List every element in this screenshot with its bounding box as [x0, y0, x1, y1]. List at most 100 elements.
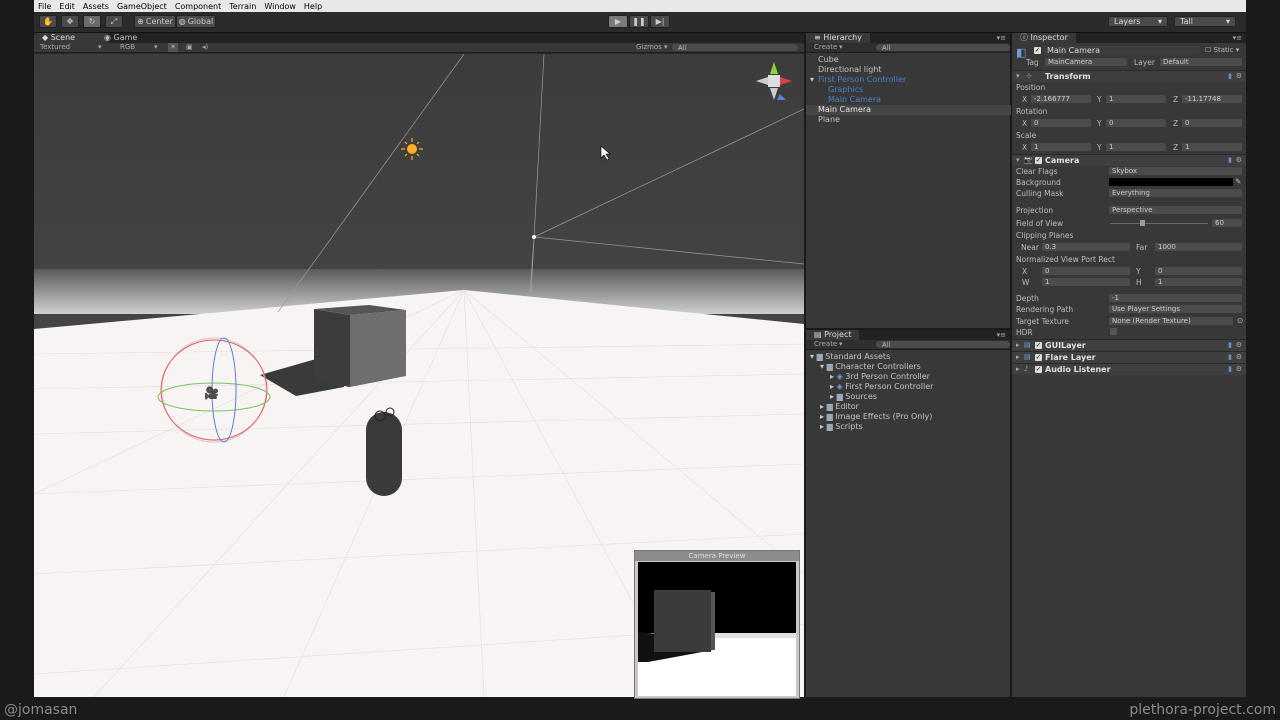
list-item[interactable]: ▸ ▆ Editor	[820, 402, 859, 411]
gear-icon[interactable]: ⚙	[1236, 353, 1242, 361]
scale-z-field[interactable]: 1	[1182, 143, 1242, 151]
help-book-icon[interactable]: ▮	[1228, 72, 1232, 80]
hierarchy-search-input[interactable]: ⌕ All	[876, 44, 1010, 52]
rotation-x-field[interactable]: 0	[1031, 119, 1091, 127]
menu-window[interactable]: Window	[260, 2, 300, 11]
gizmos-dropdown[interactable]: Gizmos	[636, 43, 662, 52]
capsule-object[interactable]	[366, 407, 402, 496]
project-create-dropdown[interactable]: Create	[814, 340, 837, 349]
position-x-field[interactable]: -2.166777	[1031, 95, 1091, 103]
move-tool-button[interactable]: ✥	[61, 15, 79, 28]
hierarchy-item-graphics[interactable]: Graphics	[828, 85, 863, 94]
pivot-center-toggle[interactable]: ⊕ Center	[134, 15, 176, 28]
viewport-x-field[interactable]: 0	[1042, 267, 1130, 275]
scale-tool-button[interactable]: ⤢	[105, 15, 123, 28]
menu-help[interactable]: Help	[300, 2, 326, 11]
help-book-icon[interactable]: ▮	[1228, 365, 1232, 373]
list-item[interactable]: ▾ ▆ Standard Assets	[810, 352, 890, 361]
rotation-z-field[interactable]: 0	[1182, 119, 1242, 127]
panel-menu-icon[interactable]: ▾≡	[1233, 34, 1242, 42]
gear-icon[interactable]: ⚙	[1236, 365, 1242, 373]
far-field[interactable]: 1000	[1155, 243, 1242, 251]
space-global-toggle[interactable]: ◍ Global	[176, 15, 216, 28]
image-toggle-icon[interactable]: ▣	[186, 43, 193, 52]
viewport-y-field[interactable]: 0	[1155, 267, 1242, 275]
list-item[interactable]: ▸ ▆ Image Effects (Pro Only)	[820, 412, 932, 421]
audio-listener-enabled-checkbox[interactable]: ✓	[1035, 366, 1042, 373]
gear-icon[interactable]: ⚙	[1236, 341, 1242, 349]
flare-layer-enabled-checkbox[interactable]: ✓	[1035, 354, 1042, 361]
layer-dropdown[interactable]: Default	[1160, 58, 1242, 66]
list-item[interactable]: ▾ ▆ Character Controllers	[820, 362, 921, 371]
object-name-input[interactable]: Main Camera	[1044, 46, 1199, 55]
rotate-tool-button[interactable]: ↻	[83, 15, 101, 28]
tab-game[interactable]: ◉ Game	[96, 33, 145, 43]
rotation-y-field[interactable]: 0	[1106, 119, 1166, 127]
list-item[interactable]: ▸ ◈ First Person Controller	[830, 382, 933, 391]
help-book-icon[interactable]: ▮	[1228, 156, 1232, 164]
menu-gameobject[interactable]: GameObject	[113, 2, 171, 11]
transform-component-header[interactable]: ▾ ⊹ Transform ▮ ⚙	[1012, 70, 1246, 82]
render-mode-dropdown[interactable]: Textured	[40, 43, 70, 52]
hdr-checkbox[interactable]	[1110, 328, 1117, 335]
guilayer-component-header[interactable]: ▸ ▤ ✓ GUILayer ▮ ⚙	[1012, 339, 1246, 351]
panel-menu-icon[interactable]: ▾≡	[997, 331, 1006, 339]
scale-y-field[interactable]: 1	[1106, 143, 1166, 151]
hierarchy-item-main-camera-child[interactable]: Main Camera	[828, 95, 881, 104]
help-book-icon[interactable]: ▮	[1228, 341, 1232, 349]
menu-assets[interactable]: Assets	[79, 2, 113, 11]
tag-dropdown[interactable]: MainCamera	[1045, 58, 1127, 66]
audio-toggle-icon[interactable]: ◂)	[202, 43, 208, 52]
near-field[interactable]: 0.3	[1042, 243, 1130, 251]
background-color-swatch[interactable]	[1109, 178, 1233, 186]
hierarchy-item-main-camera[interactable]: Main Camera	[818, 105, 871, 114]
hand-tool-button[interactable]: ✋	[39, 15, 57, 28]
camera-handle[interactable]	[532, 235, 536, 239]
active-checkbox[interactable]: ✓	[1034, 47, 1041, 54]
lighting-toggle-icon[interactable]: ✶	[168, 43, 178, 52]
panel-menu-icon[interactable]: ▾≡	[997, 34, 1006, 42]
list-item[interactable]: ▸ ▆ Scripts	[820, 422, 863, 431]
viewport-h-field[interactable]: 1	[1155, 278, 1242, 286]
tab-inspector[interactable]: ⓘ Inspector	[1012, 33, 1076, 43]
step-button[interactable]: ▶|	[650, 15, 670, 28]
clear-flags-dropdown[interactable]: Skybox	[1109, 167, 1242, 175]
tab-project[interactable]: ▤ Project	[806, 330, 860, 340]
play-button[interactable]: ▶	[608, 15, 628, 28]
menu-file[interactable]: File	[34, 2, 55, 11]
menu-terrain[interactable]: Terrain	[225, 2, 260, 11]
hierarchy-item-directional-light[interactable]: Directional light	[818, 65, 882, 74]
expand-arrow-icon[interactable]: ▾	[810, 75, 814, 84]
list-item[interactable]: ▸ ▆ Sources	[830, 392, 877, 401]
cube-object[interactable]	[314, 305, 406, 387]
layers-dropdown[interactable]: Layers ▾	[1108, 16, 1168, 27]
menu-component[interactable]: Component	[171, 2, 225, 11]
list-item[interactable]: ▸ ◈ 3rd Person Controller	[830, 372, 930, 381]
menu-edit[interactable]: Edit	[55, 2, 79, 11]
color-mode-dropdown[interactable]: RGB	[120, 43, 135, 52]
scale-x-field[interactable]: 1	[1031, 143, 1091, 151]
viewport-w-field[interactable]: 1	[1042, 278, 1130, 286]
position-z-field[interactable]: -11.17748	[1182, 95, 1242, 103]
help-book-icon[interactable]: ▮	[1228, 353, 1232, 361]
pause-button[interactable]: ❚❚	[629, 15, 649, 28]
static-toggle[interactable]: ☐ Static ▾	[1205, 46, 1239, 54]
audio-listener-component-header[interactable]: ▸ ♪ ✓ Audio Listener ▮ ⚙	[1012, 363, 1246, 375]
flare-layer-component-header[interactable]: ▸ ▤ ✓ Flare Layer ▮ ⚙	[1012, 351, 1246, 363]
depth-field[interactable]: -1	[1109, 294, 1242, 302]
layout-dropdown[interactable]: Tall ▾	[1174, 16, 1236, 27]
hierarchy-item-plane[interactable]: Plane	[818, 115, 840, 124]
fov-slider-track[interactable]	[1110, 223, 1208, 224]
scene-search-input[interactable]: ⌕ All	[672, 44, 798, 52]
camera-component-header[interactable]: ▾ 📷 ✓ Camera ▮ ⚙	[1012, 154, 1246, 166]
project-search-input[interactable]: ⌕ All	[876, 341, 1010, 349]
camera-enabled-checkbox[interactable]: ✓	[1035, 157, 1042, 164]
hierarchy-item-cube[interactable]: Cube	[818, 55, 839, 64]
fov-slider-handle[interactable]	[1140, 220, 1145, 226]
guilayer-enabled-checkbox[interactable]: ✓	[1035, 342, 1042, 349]
position-y-field[interactable]: 1	[1106, 95, 1166, 103]
projection-dropdown[interactable]: Perspective	[1109, 206, 1242, 214]
gear-icon[interactable]: ⚙	[1236, 156, 1242, 164]
culling-mask-dropdown[interactable]: Everything	[1109, 189, 1242, 197]
hierarchy-create-dropdown[interactable]: Create	[814, 43, 837, 52]
